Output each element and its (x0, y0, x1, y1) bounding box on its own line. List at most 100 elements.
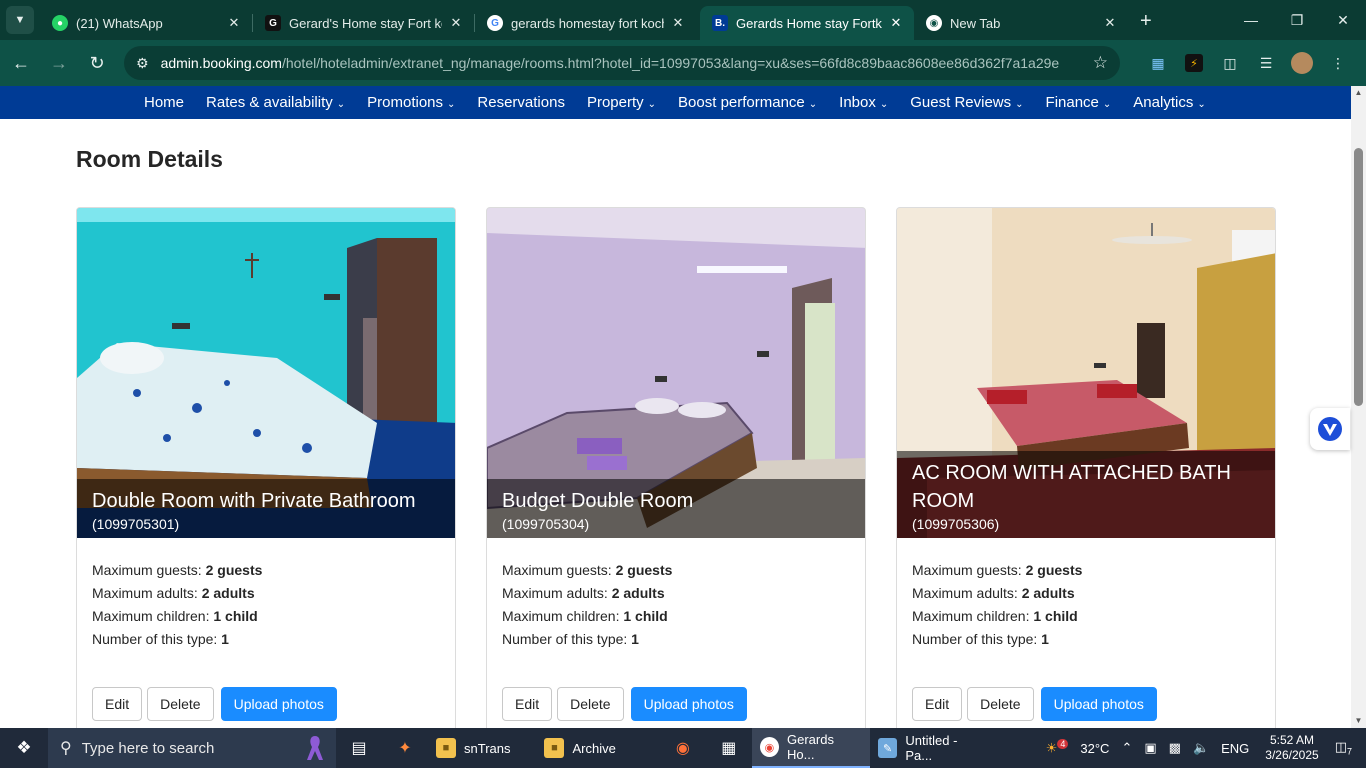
close-icon[interactable]: ✕ (1102, 15, 1118, 31)
scrollbar-thumb[interactable] (1354, 148, 1363, 406)
media-control-icon[interactable]: ☰ (1248, 49, 1284, 77)
nav-label: Reservations (477, 94, 565, 111)
taskbar-app-sntrans[interactable]: ■ snTrans (428, 728, 518, 768)
delete-button[interactable]: Delete (967, 687, 1034, 721)
tab-new-tab[interactable]: ◉ New Tab ✕ (914, 6, 1128, 40)
tab-booking-active[interactable]: B. Gerards Home stay Fortkochi ✕ (700, 6, 914, 40)
delete-button[interactable]: Delete (147, 687, 214, 721)
max-adults-label: Maximum adults: (92, 585, 198, 601)
max-children-row: Maximum children: 1 child (502, 605, 850, 628)
room-card: Double Room with Private Bathroom (10997… (76, 207, 456, 737)
temperature[interactable]: 32°C (1080, 741, 1109, 756)
nav-property[interactable]: Property ⌄ (587, 94, 656, 111)
room-card: Budget Double Room (1099705304) Maximum … (486, 207, 866, 737)
edit-button[interactable]: Edit (912, 687, 963, 721)
restore-icon[interactable]: ❐ (1274, 0, 1320, 40)
room-photo[interactable]: AC ROOM WITH ATTACHED BATH ROOM (1099705… (897, 208, 1275, 538)
reload-icon[interactable]: ↻ (80, 46, 114, 80)
tab-gerards-home-stay[interactable]: G Gerard's Home stay Fort kochi ✕ (253, 6, 474, 40)
upload-photos-button[interactable]: Upload photos (1040, 687, 1157, 721)
tab-search-button[interactable]: ▼ (6, 6, 34, 34)
edit-button[interactable]: Edit (92, 687, 143, 721)
close-window-icon[interactable]: ✕ (1320, 0, 1366, 40)
max-adults-value: 2 adults (1021, 585, 1075, 601)
nav-boost-performance[interactable]: Boost performance ⌄ (678, 94, 817, 111)
back-arrow-icon[interactable]: ← (4, 46, 38, 80)
scroll-down-arrow-icon[interactable]: ▼ (1351, 714, 1366, 728)
weather-icon[interactable]: ☀ 4 (1046, 739, 1069, 756)
nav-reservations[interactable]: Reservations (477, 94, 565, 111)
tab-whatsapp[interactable]: ● (21) WhatsApp ✕ (40, 6, 252, 40)
windows-start-icon[interactable]: ❖ (0, 728, 48, 768)
network-icon[interactable]: ▩ (1169, 740, 1181, 756)
room-photo[interactable]: Double Room with Private Bathroom (10997… (77, 208, 455, 538)
nav-guest-reviews[interactable]: Guest Reviews ⌄ (910, 94, 1023, 111)
nav-finance[interactable]: Finance ⌄ (1046, 94, 1112, 111)
chevron-up-icon[interactable]: ⌃ (1121, 740, 1132, 756)
max-guests-value: 2 guests (1025, 562, 1083, 578)
taskbar-search-box[interactable]: ⚲ Type here to search (48, 728, 336, 768)
nav-inbox[interactable]: Inbox ⌄ (839, 94, 888, 111)
folder-icon: ■ (544, 738, 565, 758)
new-tab-plus-icon[interactable]: + (1140, 10, 1152, 33)
max-guests-row: Maximum guests: 2 guests (912, 559, 1260, 582)
meet-now-icon[interactable]: ▣ (1144, 740, 1156, 756)
room-details: Maximum guests: 2 guests Maximum adults:… (487, 538, 865, 651)
scroll-up-arrow-icon[interactable]: ▲ (1351, 86, 1366, 100)
page-scrollbar[interactable]: ▲ ▼ (1351, 86, 1366, 728)
menu-kebab-icon[interactable]: ⋮ (1320, 49, 1356, 77)
nav-label: Home (144, 94, 185, 111)
notification-count: 7 (1346, 746, 1352, 757)
max-guests-label: Maximum guests: (502, 562, 612, 578)
profile-avatar[interactable] (1291, 52, 1313, 74)
nav-analytics[interactable]: Analytics ⌄ (1133, 94, 1205, 111)
volume-icon[interactable]: 🔈 (1193, 740, 1209, 756)
upload-photos-button[interactable]: Upload photos (220, 687, 337, 721)
firefox-icon[interactable]: ◉ (660, 728, 706, 768)
tab-title: New Tab (950, 15, 1001, 31)
max-adults-label: Maximum adults: (912, 585, 1018, 601)
app-label: snTrans (464, 740, 511, 756)
copilot-icon[interactable]: ✦ (382, 728, 428, 768)
nav-home[interactable]: Home (144, 94, 184, 111)
close-icon[interactable]: ✕ (670, 15, 686, 31)
max-adults-row: Maximum adults: 2 adults (912, 582, 1260, 605)
num-type-value: 1 (1041, 631, 1049, 647)
forward-arrow-icon[interactable]: → (42, 46, 76, 80)
taskbar-app-archive[interactable]: ■ Archive (536, 728, 623, 768)
translate-extension-icon[interactable]: ▦ (1140, 49, 1176, 77)
tab-title: Gerards Home stay Fortkochi (736, 15, 882, 31)
calendar-app-icon[interactable]: ▦ (706, 728, 752, 768)
room-photo[interactable]: Budget Double Room (1099705304) (487, 208, 865, 538)
language-indicator[interactable]: ENG (1221, 741, 1249, 756)
bolt-extension-icon[interactable]: ⚡ (1185, 54, 1203, 72)
upload-photos-button[interactable]: Upload photos (630, 687, 747, 721)
bookmark-star-icon[interactable]: ☆ (1093, 53, 1108, 73)
tab-google-search[interactable]: G gerards homestay fort kochi ✕ (475, 6, 696, 40)
taskbar-app-paint[interactable]: ✎ Untitled - Pa... (870, 728, 994, 768)
chevron-down-icon: ⌄ (647, 99, 657, 110)
close-icon[interactable]: ✕ (448, 15, 464, 31)
close-icon[interactable]: ✕ (888, 15, 904, 31)
nav-label: Guest Reviews (910, 94, 1012, 111)
max-children-row: Maximum children: 1 child (912, 605, 1260, 628)
floating-extension-badge[interactable] (1310, 408, 1350, 450)
nav-rates-availability[interactable]: Rates & availability ⌄ (206, 94, 345, 111)
minimize-icon[interactable]: — (1228, 0, 1274, 40)
clock[interactable]: 5:52 AM 3/26/2025 (1265, 733, 1318, 763)
puzzle-extensions-icon[interactable]: ◫ (1212, 49, 1248, 77)
edit-button[interactable]: Edit (502, 687, 553, 721)
max-guests-row: Maximum guests: 2 guests (92, 559, 440, 582)
site-info-icon[interactable]: ⚙ (136, 55, 149, 72)
task-view-icon[interactable]: ▤ (336, 728, 382, 768)
nav-label: Boost performance (678, 94, 805, 111)
taskbar-app-chrome[interactable]: ◉ Gerards Ho... (751, 728, 870, 768)
delete-button[interactable]: Delete (557, 687, 624, 721)
max-adults-value: 2 adults (611, 585, 665, 601)
nav-promotions[interactable]: Promotions ⌄ (367, 94, 455, 111)
booking-icon: B. (712, 15, 728, 31)
notification-icon[interactable]: ◫7 (1335, 739, 1352, 757)
close-icon[interactable]: ✕ (226, 15, 242, 31)
address-bar[interactable]: ⚙ admin.booking.com /hotel/hoteladmin/ex… (124, 46, 1120, 80)
max-children-value: 1 child (1033, 608, 1078, 624)
